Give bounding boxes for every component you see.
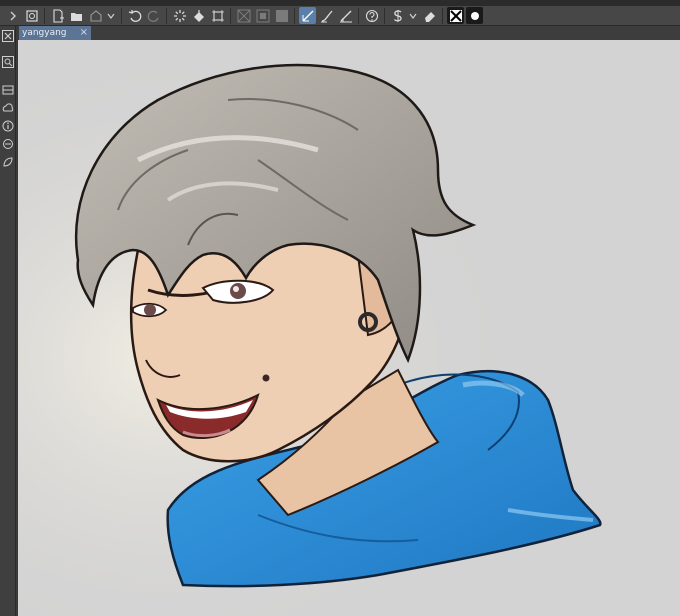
transform-icon[interactable] <box>209 7 226 24</box>
menu-chevron-icon[interactable] <box>4 7 21 24</box>
dollar-dropdown-icon[interactable] <box>408 7 417 24</box>
command-bar <box>0 6 680 26</box>
toolbar-separator <box>294 7 295 24</box>
info-icon[interactable] <box>0 118 15 133</box>
circle-icon[interactable] <box>466 7 483 24</box>
new-file-icon[interactable] <box>49 7 66 24</box>
dollar-icon[interactable] <box>389 7 406 24</box>
close-tab-icon[interactable]: × <box>80 26 88 40</box>
document-tab[interactable]: yangyang × <box>19 26 91 40</box>
toolbar-separator <box>166 7 167 24</box>
curve-icon[interactable] <box>337 7 354 24</box>
cloud-icon[interactable] <box>0 100 15 115</box>
help-icon[interactable] <box>363 7 380 24</box>
pen-icon[interactable] <box>299 7 316 24</box>
artwork-portrait <box>18 40 680 616</box>
color-swatch-icon[interactable] <box>447 7 464 24</box>
layers-icon[interactable] <box>0 82 15 97</box>
left-sidebar <box>0 26 16 616</box>
toolbar-separator <box>230 7 231 24</box>
toolbar-separator <box>384 7 385 24</box>
shape-icon[interactable] <box>0 154 15 169</box>
document-tab-bar: yangyang × <box>18 26 680 40</box>
drawing-canvas[interactable] <box>18 40 680 616</box>
document-tab-title: yangyang <box>22 28 67 38</box>
close-panel-icon[interactable] <box>0 28 15 43</box>
save-dropdown-icon[interactable] <box>106 7 115 24</box>
fill-icon[interactable] <box>190 7 207 24</box>
redo-icon[interactable] <box>145 7 162 24</box>
loading-icon[interactable] <box>171 7 188 24</box>
snap-icon[interactable] <box>235 7 252 24</box>
save-icon[interactable] <box>87 7 104 24</box>
new-icon[interactable] <box>23 7 40 24</box>
toolbar-separator <box>121 7 122 24</box>
brush-icon[interactable] <box>318 7 335 24</box>
paint-app-window: yangyang × <box>0 0 680 616</box>
toolbar-separator <box>358 7 359 24</box>
open-icon[interactable] <box>68 7 85 24</box>
search-icon[interactable] <box>0 54 15 69</box>
eraser-icon[interactable] <box>421 7 438 24</box>
toolbar-separator <box>442 7 443 24</box>
layer-icon[interactable] <box>273 7 290 24</box>
undo-icon[interactable] <box>126 7 143 24</box>
settings-icon[interactable] <box>0 136 15 151</box>
toolbar-separator <box>44 7 45 24</box>
ruler-icon[interactable] <box>254 7 271 24</box>
